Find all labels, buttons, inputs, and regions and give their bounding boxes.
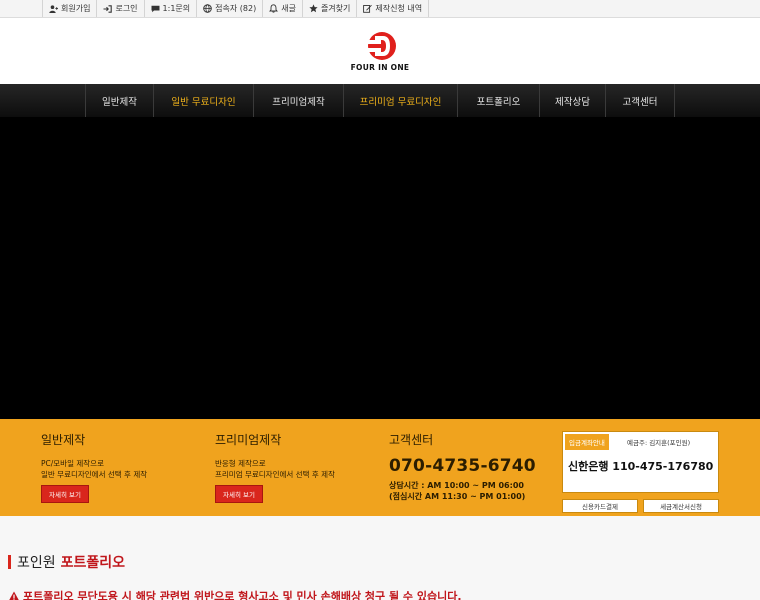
consult-hours-line: 상담시간 : AM 10:00 ~ PM 06:00 bbox=[389, 481, 524, 490]
edit-icon bbox=[363, 4, 373, 13]
chat-icon bbox=[151, 4, 160, 13]
topbar-login-link[interactable]: 로그인 bbox=[96, 0, 143, 17]
customer-phone-number[interactable]: 070-4735-6740 bbox=[389, 456, 536, 476]
bell-icon bbox=[269, 4, 279, 13]
logo-text: FOUR IN ONE bbox=[350, 62, 410, 72]
site-header: FOUR IN ONE bbox=[0, 18, 760, 84]
card-payment-button[interactable]: 신용카드결제 bbox=[562, 499, 638, 513]
premium-detail-button[interactable]: 자세히 보기 bbox=[215, 485, 263, 503]
bank-account-label: 입금계좌안내 bbox=[565, 434, 609, 450]
portfolio-heading: 포인원 포트폴리오 bbox=[8, 516, 760, 572]
topbar-bookmark-link[interactable]: 즐겨찾기 bbox=[301, 0, 356, 17]
star-icon bbox=[309, 4, 318, 13]
premium-production-desc: 반응형 제작으로 프리미엄 무료디자인에서 선택 후 제작 bbox=[215, 458, 335, 480]
premium-production-title: 프리미엄제작 bbox=[215, 433, 282, 447]
customer-center-section: 고객센터 070-4735-6740 상담시간 : AM 10:00 ~ PM … bbox=[389, 431, 536, 502]
topbar-order-history-link[interactable]: 제작신청 내역 bbox=[356, 0, 430, 17]
nav-customer-center[interactable]: 고객센터 bbox=[605, 84, 675, 117]
portfolio-warning-text: 포트폴리오 무단도용 시 해당 관련법 위반으로 형사고소 및 민사 손해배상 … bbox=[23, 590, 462, 600]
nav-premium-production[interactable]: 프리미엄제작 bbox=[253, 84, 343, 117]
bank-account-number: 신한은행 110-475-176780 bbox=[568, 460, 714, 473]
logo-mark-icon bbox=[362, 31, 396, 60]
customer-center-title: 고객센터 bbox=[389, 433, 434, 447]
site-logo[interactable]: FOUR IN ONE bbox=[351, 31, 410, 72]
general-desc-line1: PC/모바일 제작으로 bbox=[41, 459, 104, 468]
nav-consultation[interactable]: 제작상담 bbox=[539, 84, 605, 117]
top-utility-bar: 회원가입 로그인 1:1문의 접속자 (82) 새글 즐겨찾기 제작신청 내역 bbox=[0, 0, 760, 18]
globe-icon bbox=[203, 4, 212, 13]
topbar-inquiry-link[interactable]: 1:1문의 bbox=[143, 0, 197, 17]
topbar-login-label: 로그인 bbox=[115, 4, 138, 13]
tax-invoice-button[interactable]: 세금계산서신청 bbox=[643, 499, 719, 513]
nav-premium-free-design[interactable]: 프리미엄 무료디자인 bbox=[343, 84, 457, 117]
nav-general-production[interactable]: 일반제작 bbox=[85, 84, 153, 117]
premium-desc-line1: 반응형 제작으로 bbox=[215, 459, 266, 468]
topbar-bookmark-label: 즐겨찾기 bbox=[320, 4, 351, 13]
main-nav: 일반제작 일반 무료디자인 프리미엄제작 프리미엄 무료디자인 포트폴리오 제작… bbox=[0, 84, 760, 117]
heading-accent-bar bbox=[8, 555, 11, 569]
topbar-visitors-label: 접속자 (82) bbox=[215, 4, 257, 13]
bank-account-holder: 예금주: 김지훈(포인원) bbox=[627, 439, 691, 447]
general-production-section: 일반제작 PC/모바일 제작으로 일반 무료디자인에서 선택 후 제작 자세히 … bbox=[41, 431, 147, 503]
premium-production-section: 프리미엄제작 반응형 제작으로 프리미엄 무료디자인에서 선택 후 제작 자세히… bbox=[215, 431, 335, 503]
portfolio-section: 포인원 포트폴리오 포트폴리오 무단도용 시 해당 관련법 위반으로 형사고소 … bbox=[0, 516, 760, 600]
warning-icon bbox=[8, 591, 20, 600]
topbar-visitors-link[interactable]: 접속자 (82) bbox=[196, 0, 262, 17]
nav-portfolio[interactable]: 포트폴리오 bbox=[457, 84, 539, 117]
login-icon bbox=[103, 4, 113, 13]
topbar-order-history-label: 제작신청 내역 bbox=[375, 4, 423, 13]
lunch-hours-line: (점심시간 AM 11:30 ~ PM 01:00) bbox=[389, 492, 526, 501]
topbar-signup-label: 회원가입 bbox=[61, 4, 91, 13]
premium-desc-line2: 프리미엄 무료디자인에서 선택 후 제작 bbox=[215, 470, 335, 479]
consult-hours: 상담시간 : AM 10:00 ~ PM 06:00 (점심시간 AM 11:3… bbox=[389, 480, 536, 502]
user-plus-icon bbox=[49, 4, 58, 13]
portfolio-copyright-warning: 포트폴리오 무단도용 시 해당 관련법 위반으로 형사고소 및 민사 손해배상 … bbox=[8, 588, 760, 600]
info-strip: 일반제작 PC/모바일 제작으로 일반 무료디자인에서 선택 후 제작 자세히 … bbox=[0, 419, 760, 516]
general-production-desc: PC/모바일 제작으로 일반 무료디자인에서 선택 후 제작 bbox=[41, 458, 147, 480]
portfolio-heading-prefix: 포인원 bbox=[17, 555, 56, 571]
topbar-inquiry-label: 1:1문의 bbox=[162, 4, 191, 13]
topbar-new-posts-link[interactable]: 새글 bbox=[262, 0, 302, 17]
general-production-title: 일반제작 bbox=[41, 433, 86, 447]
hero-banner bbox=[0, 117, 760, 419]
general-desc-line2: 일반 무료디자인에서 선택 후 제작 bbox=[41, 470, 148, 479]
bank-account-box: 입금계좌안내 예금주: 김지훈(포인원) 신한은행 110-475-176780 bbox=[562, 431, 719, 493]
general-detail-button[interactable]: 자세히 보기 bbox=[41, 485, 89, 503]
topbar-new-posts-label: 새글 bbox=[281, 4, 296, 13]
portfolio-heading-highlight: 포트폴리오 bbox=[60, 555, 126, 571]
nav-general-free-design[interactable]: 일반 무료디자인 bbox=[153, 84, 253, 117]
topbar-signup-link[interactable]: 회원가입 bbox=[42, 0, 96, 17]
